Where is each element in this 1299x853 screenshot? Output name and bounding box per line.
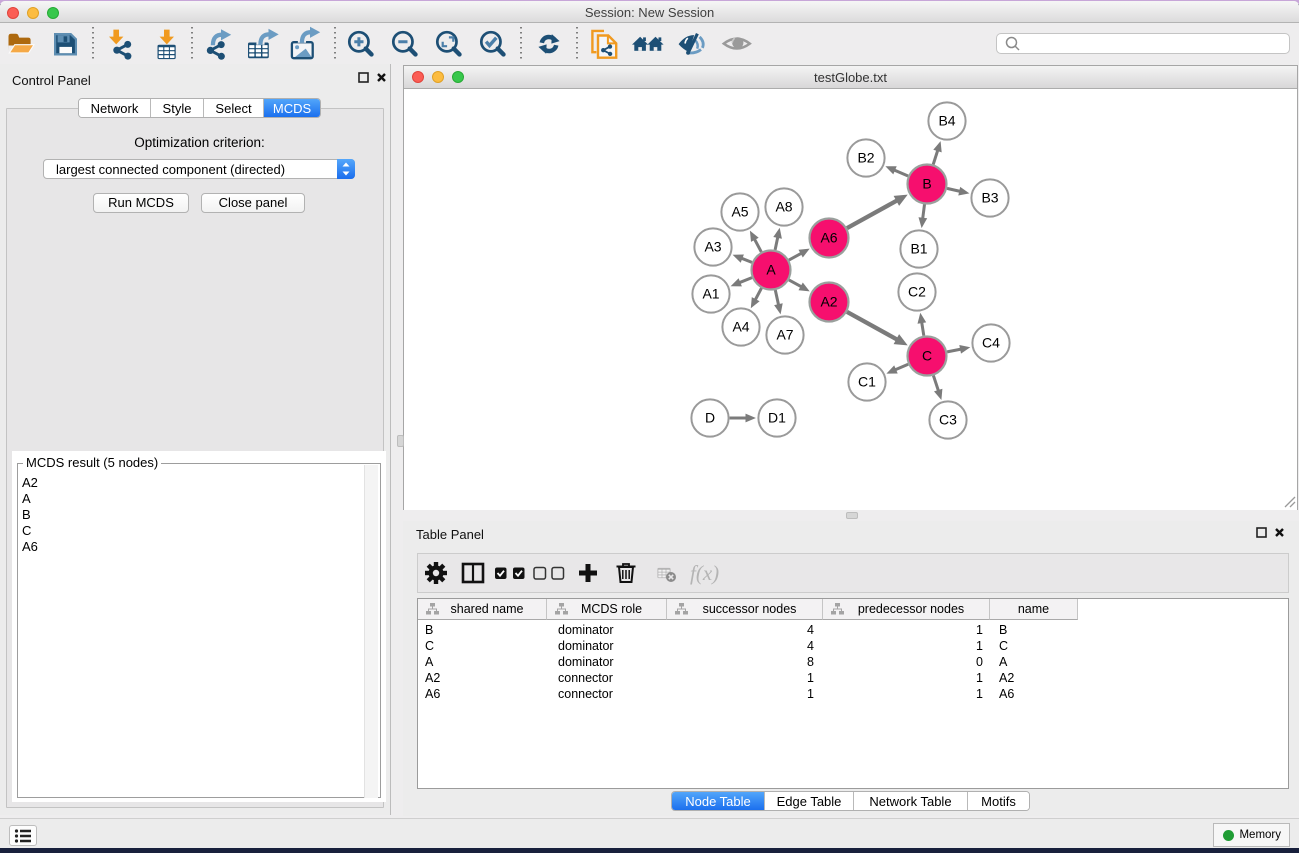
- svg-text:A2: A2: [820, 294, 837, 310]
- svg-text:C2: C2: [908, 284, 926, 300]
- svg-text:A3: A3: [704, 239, 721, 255]
- svg-text:A: A: [766, 262, 776, 278]
- svg-text:f(x): f(x): [690, 561, 719, 585]
- svg-text:A1: A1: [702, 286, 719, 302]
- svg-text:A4: A4: [732, 319, 749, 335]
- svg-text:A7: A7: [776, 327, 793, 343]
- svg-text:C: C: [922, 348, 932, 364]
- svg-text:C4: C4: [982, 335, 1000, 351]
- svg-text:B1: B1: [910, 241, 927, 257]
- svg-text:D: D: [705, 410, 715, 426]
- svg-text:C1: C1: [858, 374, 876, 390]
- svg-text:A6: A6: [820, 230, 837, 246]
- svg-text:A5: A5: [731, 204, 748, 220]
- svg-text:A8: A8: [775, 199, 792, 215]
- svg-text:B4: B4: [938, 113, 955, 129]
- svg-text:B2: B2: [857, 150, 874, 166]
- svg-text:B: B: [922, 176, 931, 192]
- svg-text:C3: C3: [939, 412, 957, 428]
- svg-text:D1: D1: [768, 410, 786, 426]
- svg-text:B3: B3: [981, 190, 998, 206]
